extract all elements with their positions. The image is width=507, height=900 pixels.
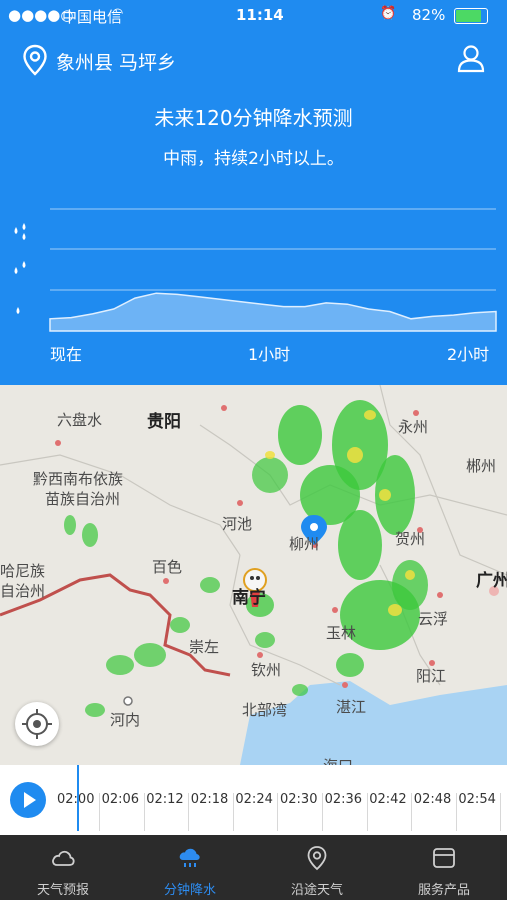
timeline-tick-divider bbox=[366, 793, 368, 831]
place-label: 广州 bbox=[476, 571, 507, 591]
place-label: 黔西南布依族 bbox=[33, 470, 124, 488]
battery-percent: 82% bbox=[412, 6, 446, 24]
place-label: 河内 bbox=[110, 711, 141, 729]
place-label: 哈尼族 bbox=[0, 562, 46, 580]
place-label: 郴州 bbox=[466, 457, 497, 475]
timeline-tick-label[interactable]: 02:30 bbox=[280, 792, 317, 807]
place-label: 贵阳 bbox=[147, 412, 181, 432]
place-label: 六盘水 bbox=[57, 411, 103, 429]
tab-label: 服务产品 bbox=[417, 883, 470, 898]
place-label: 自治州 bbox=[0, 582, 46, 600]
place-label: 海口 bbox=[323, 755, 353, 765]
box-icon bbox=[433, 848, 455, 868]
location-bar[interactable]: 象州县 马坪乡 bbox=[0, 40, 507, 80]
timeline-tick-divider bbox=[322, 793, 323, 831]
locate-button[interactable] bbox=[15, 702, 59, 746]
timeline-cursor[interactable] bbox=[77, 765, 79, 831]
place-label: 阳江 bbox=[416, 667, 447, 685]
timeline-tick-label[interactable]: 02:00 bbox=[57, 792, 94, 807]
clock: 11:14 bbox=[236, 6, 284, 24]
play-button[interactable] bbox=[10, 782, 46, 818]
location-pin-icon[interactable] bbox=[22, 44, 48, 76]
x-label-now: 现在 bbox=[50, 345, 83, 364]
status-bar: ●●●●○ 中国电信 ◠ 11:14 ⏰ 82% bbox=[0, 0, 507, 30]
tab-service-products[interactable]: 服务产品 bbox=[381, 835, 507, 900]
place-label: 河池 bbox=[222, 515, 253, 533]
play-icon bbox=[24, 792, 36, 808]
place-label: 柳州 bbox=[289, 535, 320, 553]
tab-label: 分钟降水 bbox=[163, 883, 216, 898]
user-icon[interactable] bbox=[456, 43, 486, 73]
timeline-tick-divider bbox=[232, 793, 234, 831]
timeline-tick-divider bbox=[277, 793, 279, 831]
moderate-rain-icon bbox=[14, 261, 26, 274]
place-label: 北部湾 bbox=[242, 701, 288, 719]
location-name[interactable]: 象州县 马坪乡 bbox=[56, 48, 176, 75]
timeline-tick-label[interactable]: 02:54 bbox=[458, 792, 495, 807]
location-pin-icon bbox=[307, 846, 327, 871]
x-label-1h: 1小时 bbox=[248, 345, 291, 364]
x-label-2h: 2小时 bbox=[447, 345, 490, 364]
precipitation-area bbox=[49, 292, 497, 332]
timeline-tick-label[interactable]: 02:12 bbox=[146, 792, 183, 807]
place-label: 永州 bbox=[398, 418, 429, 436]
light-rain-icon bbox=[16, 307, 20, 314]
forecast-title: 未来120分钟降水预测 bbox=[154, 106, 353, 130]
cloud-icon bbox=[52, 850, 75, 866]
forecast-header: ●●●●○ 中国电信 ◠ 11:14 ⏰ 82% 象州县 马坪乡 未来120分钟… bbox=[0, 0, 507, 385]
precipitation-chart bbox=[14, 208, 497, 332]
place-label: 南宁 bbox=[232, 588, 266, 608]
forecast-summary: 中雨，持续2小时以上。 bbox=[163, 149, 344, 169]
timeline-tick-label[interactable]: 02:24 bbox=[235, 792, 272, 807]
timeline-tick-divider bbox=[188, 793, 190, 831]
heavy-rain-icon bbox=[14, 223, 26, 240]
timeline-tick-label[interactable]: 02:06 bbox=[102, 792, 139, 807]
place-label: 钦州 bbox=[251, 661, 282, 679]
radar-timeline[interactable]: 02:00 02:06 02:12 02:18 02:24 02:30 02:36 02:42… bbox=[0, 765, 507, 835]
battery-icon bbox=[454, 8, 488, 24]
tab-minute-precipitation[interactable]: 分钟降水 bbox=[127, 835, 253, 900]
radar-map[interactable]: 六盘水 贵阳 永州 郴州 黔西南布依族 苗族自治州 河池 柳州 贺州 哈尼族 自… bbox=[0, 385, 507, 765]
timeline-tick-divider bbox=[500, 793, 502, 831]
hanoi-marker bbox=[123, 696, 133, 706]
timeline-tick-divider bbox=[143, 793, 145, 831]
timeline-tick-label[interactable]: 02:42 bbox=[369, 792, 406, 807]
place-label: 崇左 bbox=[189, 638, 220, 656]
timeline-tick-divider bbox=[455, 793, 457, 831]
rain-cloud-icon bbox=[179, 848, 200, 867]
place-label: 云浮 bbox=[418, 610, 449, 628]
tab-weather-forecast[interactable]: 天气预报 bbox=[0, 835, 126, 900]
timeline-tick-divider bbox=[411, 793, 413, 831]
timeline-tick-divider bbox=[99, 793, 100, 831]
tab-label: 沿途天气 bbox=[290, 883, 343, 898]
place-label: 苗族自治州 bbox=[45, 490, 121, 508]
alarm-icon: ⏰ bbox=[380, 6, 397, 21]
timeline-tick-label[interactable]: 02:48 bbox=[414, 792, 451, 807]
place-label: 湛江 bbox=[336, 698, 367, 716]
tab-label: 天气预报 bbox=[36, 883, 89, 898]
place-label: 贺州 bbox=[395, 530, 426, 548]
place-label: 百色 bbox=[152, 558, 183, 576]
place-label: 玉林 bbox=[326, 624, 357, 642]
timeline-tick-label[interactable]: 02:18 bbox=[191, 792, 228, 807]
tab-route-weather[interactable]: 沿途天气 bbox=[254, 835, 380, 900]
tab-bar: 天气预报 分钟降水 沿途天气 服务产品 bbox=[0, 835, 507, 900]
wifi-icon: ◠ bbox=[112, 6, 124, 21]
crosshair-icon bbox=[22, 709, 52, 739]
timeline-tick-label[interactable]: 02:36 bbox=[325, 792, 362, 807]
